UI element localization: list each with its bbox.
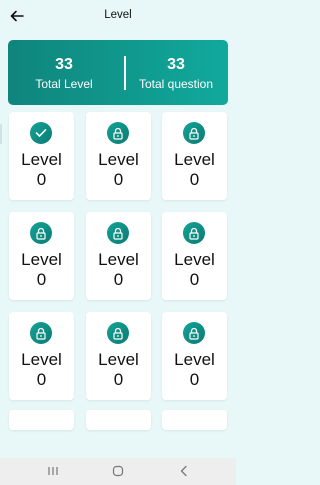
level-number: 0 bbox=[113, 270, 124, 289]
level-status-badge bbox=[30, 122, 52, 144]
level-number: 0 bbox=[113, 170, 124, 189]
check-icon bbox=[35, 129, 47, 137]
lock-icon bbox=[113, 227, 123, 240]
level-card-partial[interactable] bbox=[86, 410, 151, 430]
level-number: 0 bbox=[189, 270, 200, 289]
level-label: Level bbox=[98, 350, 139, 369]
level-number: 0 bbox=[189, 370, 200, 389]
lock-icon bbox=[189, 127, 199, 140]
home-icon bbox=[112, 465, 124, 477]
level-card[interactable]: Level 0 bbox=[162, 112, 227, 200]
level-number: 0 bbox=[36, 370, 47, 389]
level-card[interactable]: Level 0 bbox=[9, 312, 74, 400]
level-card[interactable]: Level 0 bbox=[86, 212, 151, 300]
lock-icon bbox=[113, 127, 123, 140]
level-status-badge bbox=[183, 122, 205, 144]
system-nav-bar bbox=[0, 458, 236, 485]
recents-button[interactable] bbox=[45, 464, 61, 478]
level-card[interactable]: Level 0 bbox=[86, 312, 151, 400]
level-label: Level bbox=[174, 150, 215, 169]
level-label: Level bbox=[21, 150, 62, 169]
level-label: Level bbox=[21, 350, 62, 369]
level-label: Level bbox=[98, 150, 139, 169]
level-number: 0 bbox=[113, 370, 124, 389]
level-status-badge bbox=[107, 122, 129, 144]
level-label: Level bbox=[174, 250, 215, 269]
system-back-button[interactable] bbox=[176, 464, 192, 478]
level-card-partial[interactable] bbox=[9, 410, 74, 430]
level-card[interactable]: Level 0 bbox=[9, 212, 74, 300]
lock-icon bbox=[36, 327, 46, 340]
home-button[interactable] bbox=[110, 464, 126, 478]
lock-icon bbox=[113, 327, 123, 340]
level-status-badge bbox=[30, 222, 52, 244]
level-card[interactable]: Level 0 bbox=[9, 112, 74, 200]
back-chevron-icon bbox=[180, 465, 187, 477]
level-grid: Level 0 Level 0 Level 0 Level 0 Level 0 Level 0 Leve… bbox=[0, 0, 236, 456]
level-status-badge bbox=[107, 322, 129, 344]
lock-icon bbox=[189, 327, 199, 340]
level-card[interactable]: Level 0 bbox=[86, 112, 151, 200]
level-label: Level bbox=[98, 250, 139, 269]
level-status-badge bbox=[30, 322, 52, 344]
level-status-badge bbox=[183, 322, 205, 344]
level-card[interactable]: Level 0 bbox=[162, 312, 227, 400]
level-number: 0 bbox=[36, 270, 47, 289]
level-label: Level bbox=[21, 250, 62, 269]
level-number: 0 bbox=[189, 170, 200, 189]
level-label: Level bbox=[174, 350, 215, 369]
level-status-badge bbox=[107, 222, 129, 244]
level-status-badge bbox=[183, 222, 205, 244]
lock-icon bbox=[36, 227, 46, 240]
recents-icon bbox=[48, 467, 58, 475]
lock-icon bbox=[189, 227, 199, 240]
level-number: 0 bbox=[36, 170, 47, 189]
level-card-partial[interactable] bbox=[162, 410, 227, 430]
level-card[interactable]: Level 0 bbox=[162, 212, 227, 300]
